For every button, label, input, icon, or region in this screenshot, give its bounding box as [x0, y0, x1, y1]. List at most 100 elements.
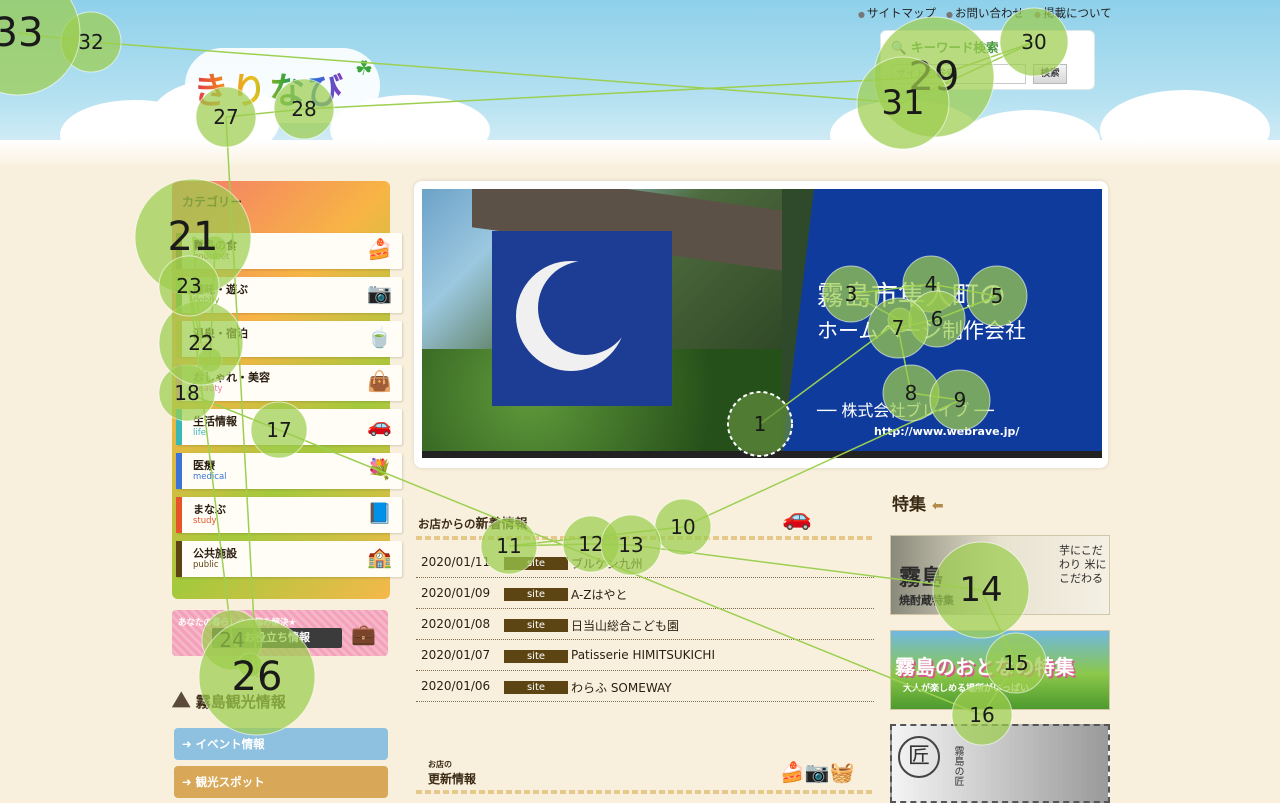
shop-icons: 🍰📷🧺 [780, 760, 855, 784]
category-stripe [176, 409, 182, 445]
shochu-title: 霧島 [899, 565, 944, 591]
category-stripe [176, 541, 182, 577]
update-divider [416, 790, 872, 794]
teapot-icon: 🍵 [367, 325, 392, 349]
category-item[interactable]: 公共施設 public 🏫 [176, 541, 402, 577]
life-info-banner[interactable]: あなたの暮らしのお悩み解決★ お役立ち情報 💼 [172, 610, 388, 656]
update-heading: お店の 更新情報 [428, 758, 476, 786]
fixation-marker: 10 [654, 498, 712, 556]
news-date: 2020/01/08 [421, 617, 491, 631]
news-date: 2020/01/09 [421, 586, 491, 600]
feature-heading: 特集 ⬅ [892, 490, 944, 515]
search-input[interactable] [891, 64, 1026, 84]
sitemap-link[interactable]: サイトマップ [858, 5, 936, 21]
hero-subheadline: ホームページ制作会社 [817, 319, 1026, 343]
news-row[interactable]: 2020/01/09 site A-Zはやと [416, 581, 874, 609]
news-shop-link[interactable]: 日当山総合こども園 [571, 617, 679, 634]
car-icon: 🚗 [782, 503, 812, 531]
search-button[interactable]: 検索 [1033, 64, 1067, 84]
news-heading-big: 新着情報 [475, 517, 528, 532]
tourism-heading: ⛰ 霧島観光情報 [172, 688, 388, 718]
hero-banner[interactable]: 霧島市隼人町の ホームページ制作会社 ── 株式会社ブレイブ ── http:/… [414, 181, 1108, 468]
news-shop-link[interactable]: Patisserie HIMITSUKICHI [571, 648, 715, 662]
fixation-marker [237, 652, 263, 678]
top-links: サイトマップ お問い合わせ 掲載について [858, 5, 1118, 21]
search-box: 🔍 キーワード検索 検索 [880, 30, 1095, 90]
hero-company: ── 株式会社ブレイブ ── [817, 401, 994, 420]
craftsman-feature-banner[interactable]: 匠 霧島の匠 [890, 724, 1110, 803]
hero-bottom-bar [422, 451, 1102, 458]
news-shop-link[interactable]: わらふ SOMEWAY [571, 679, 672, 696]
feature-heading-text: 特集 [892, 495, 926, 515]
search-title-text: キーワード検索 [910, 40, 999, 55]
news-row[interactable]: 2020/01/11 site ブルケン九州 [416, 550, 874, 578]
arrow-icon: ➜ [182, 737, 192, 751]
flower-icon: 💐 [367, 457, 392, 481]
category-sublabel: public [193, 560, 219, 570]
event-info-label: イベント情報 [195, 737, 265, 751]
news-tag: site [504, 619, 568, 632]
book-icon: 📘 [367, 501, 392, 525]
category-stripe [176, 453, 182, 489]
category-sublabel: study [193, 516, 217, 526]
category-item[interactable]: 医療 medical 💐 [176, 453, 402, 489]
category-label: 霧島の食 [193, 239, 237, 252]
category-label: 温泉・宿泊 [193, 327, 248, 340]
news-date: 2020/01/11 [421, 555, 491, 569]
logo-text: きりなび [193, 62, 345, 114]
gaze-path-segment [508, 543, 592, 547]
category-item[interactable]: 温泉・宿泊 spa 🍵 [176, 321, 402, 357]
news-row[interactable]: 2020/01/07 site Patisserie HIMITSUKICHI [416, 643, 874, 671]
news-date: 2020/01/07 [421, 648, 491, 662]
header-fade [0, 140, 1280, 165]
gaze-path-segment [590, 543, 632, 546]
event-info-button[interactable]: ➜ イベント情報 [174, 728, 388, 760]
category-sublabel: life [193, 428, 206, 438]
category-label: 趣味・遊ぶ [193, 283, 248, 296]
life-banner-title: お役立ち情報 [212, 628, 342, 648]
arrow-icon: ⬅ [931, 498, 944, 514]
shochu-feature-banner[interactable]: 霧島 焼酎蔵特集 芋にこだわり 米にこだわる [890, 535, 1110, 615]
category-label: 公共施設 [193, 547, 237, 560]
news-divider [416, 536, 872, 540]
category-item[interactable]: まなぶ study 📘 [176, 497, 402, 533]
contact-link[interactable]: お問い合わせ [946, 5, 1024, 21]
category-sublabel: hobby [193, 296, 220, 306]
category-item[interactable]: 霧島の食 gourmet 🍰 [176, 233, 402, 269]
category-title: カテゴリー [182, 195, 243, 209]
category-sublabel: gourmet [193, 252, 230, 262]
hero-image: 霧島市隼人町の ホームページ制作会社 ── 株式会社ブレイブ ── http:/… [422, 189, 1102, 458]
fixation-circle [237, 652, 263, 678]
craftsman-text: 霧島の匠 [952, 746, 963, 786]
category-label: まなぶ [193, 503, 226, 516]
cake-icon: 🍰 [367, 237, 392, 261]
news-heading-small: お店からの [418, 517, 476, 531]
hero-headline: 霧島市隼人町の [817, 281, 1006, 312]
update-heading-small: お店の [428, 760, 452, 769]
craftsman-mark: 匠 [898, 736, 940, 778]
news-row[interactable]: 2020/01/08 site 日当山総合こども園 [416, 612, 874, 640]
category-stripe [176, 497, 182, 533]
news-tag: site [504, 588, 568, 601]
noren-curtain [492, 231, 672, 406]
news-shop-link[interactable]: A-Zはやと [571, 586, 628, 603]
clover-icon: ☘ [355, 56, 373, 80]
category-item[interactable]: おしゃれ・美容 beauty 👜 [176, 365, 402, 401]
site-header: きりなび ☘ サイトマップ お問い合わせ 掲載について 🔍 キーワード検索 検索 [0, 0, 1280, 165]
listing-link[interactable]: 掲載について [1034, 5, 1112, 21]
news-shop-link[interactable]: ブルケン九州 [571, 555, 643, 572]
search-title: 🔍 キーワード検索 [891, 37, 998, 56]
news-row[interactable]: 2020/01/06 site わらふ SOMEWAY [416, 674, 874, 702]
sightseeing-button[interactable]: ➜ 観光スポット [174, 766, 388, 798]
car-icon: 🚗 [367, 413, 392, 437]
category-sublabel: spa [193, 340, 209, 350]
category-sublabel: beauty [193, 384, 223, 394]
site-logo[interactable]: きりなび ☘ [185, 48, 380, 123]
life-banner-sub: あなたの暮らしのお悩み解決★ [178, 618, 297, 628]
category-item[interactable]: 生活情報 life 🚗 [176, 409, 402, 445]
moon-shadow [538, 261, 632, 355]
category-item[interactable]: 趣味・遊ぶ hobby 📷 [176, 277, 402, 313]
tourism-title: 霧島観光情報 [195, 693, 286, 711]
news-tag: site [504, 681, 568, 694]
adult-feature-banner[interactable]: 霧島のおとなの特集 大人が楽しめる場所がいっぱい [890, 630, 1110, 710]
